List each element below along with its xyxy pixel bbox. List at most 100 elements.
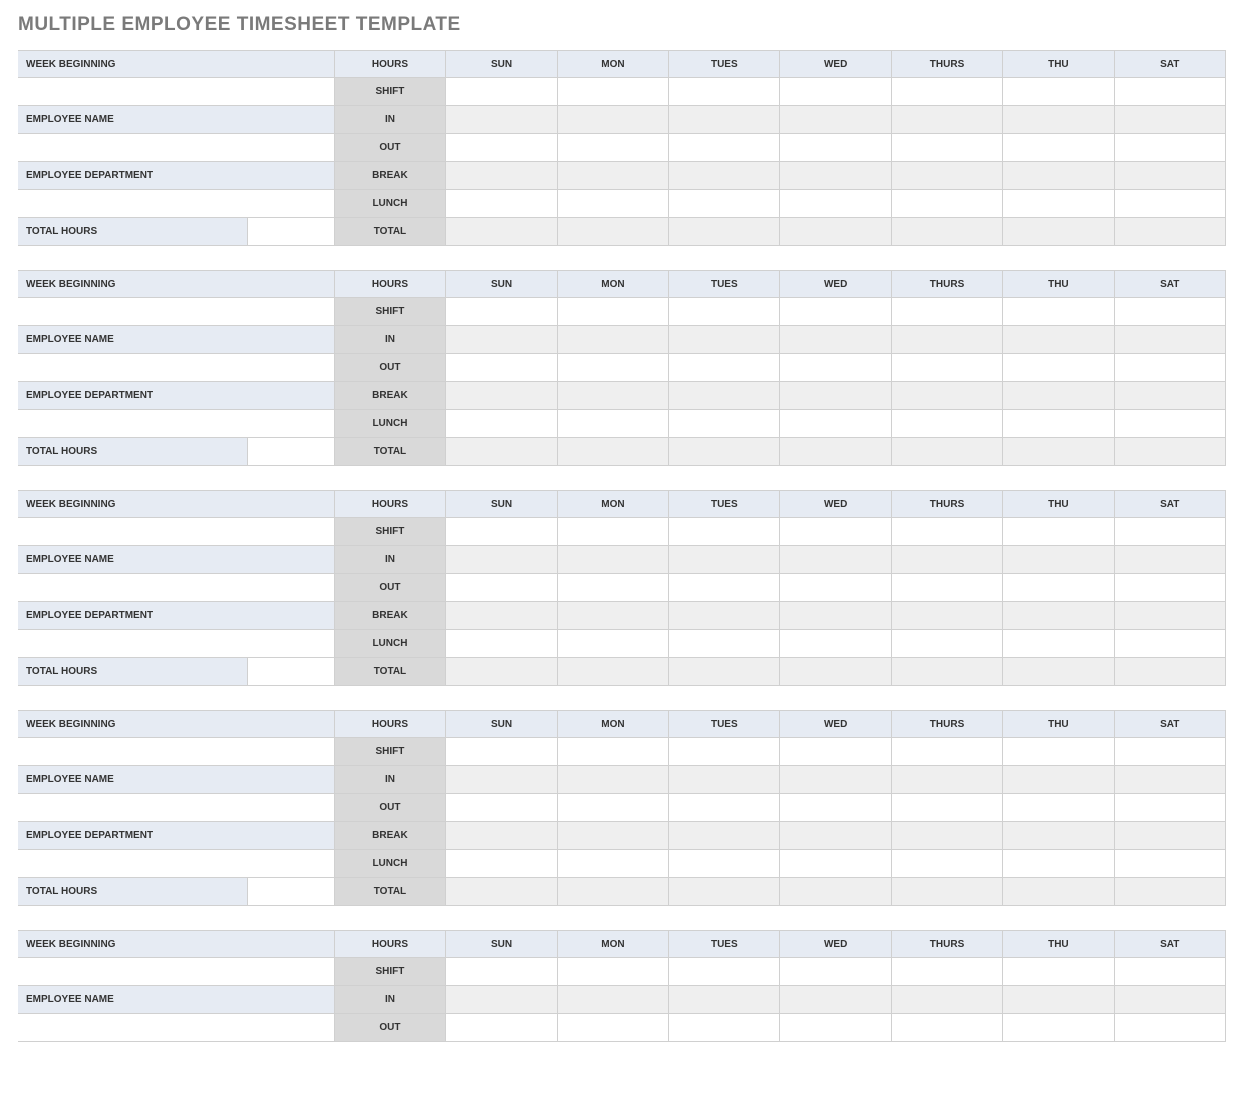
data-cell[interactable] bbox=[1003, 134, 1114, 162]
data-cell[interactable] bbox=[1003, 546, 1114, 574]
data-cell[interactable] bbox=[558, 410, 669, 438]
data-cell[interactable] bbox=[1115, 822, 1226, 850]
data-cell[interactable] bbox=[892, 298, 1003, 326]
data-cell[interactable] bbox=[446, 438, 557, 466]
data-cell[interactable] bbox=[446, 738, 557, 766]
data-cell[interactable] bbox=[780, 78, 891, 106]
data-cell[interactable] bbox=[558, 546, 669, 574]
data-cell[interactable] bbox=[1003, 794, 1114, 822]
data-cell[interactable] bbox=[780, 630, 891, 658]
data-cell[interactable] bbox=[780, 354, 891, 382]
data-cell[interactable] bbox=[892, 134, 1003, 162]
data-cell[interactable] bbox=[669, 1014, 780, 1042]
data-cell[interactable] bbox=[892, 190, 1003, 218]
data-cell[interactable] bbox=[1003, 822, 1114, 850]
data-cell[interactable] bbox=[669, 298, 780, 326]
data-cell[interactable] bbox=[669, 438, 780, 466]
data-cell[interactable] bbox=[780, 518, 891, 546]
data-cell[interactable] bbox=[446, 602, 557, 630]
data-cell[interactable] bbox=[780, 878, 891, 906]
data-cell[interactable] bbox=[669, 738, 780, 766]
total-hours-value[interactable] bbox=[248, 218, 334, 246]
data-cell[interactable] bbox=[892, 822, 1003, 850]
data-cell[interactable] bbox=[1003, 298, 1114, 326]
data-cell[interactable] bbox=[780, 326, 891, 354]
info-value[interactable] bbox=[18, 738, 335, 766]
data-cell[interactable] bbox=[780, 986, 891, 1014]
data-cell[interactable] bbox=[892, 78, 1003, 106]
data-cell[interactable] bbox=[669, 382, 780, 410]
data-cell[interactable] bbox=[669, 986, 780, 1014]
data-cell[interactable] bbox=[780, 574, 891, 602]
data-cell[interactable] bbox=[780, 850, 891, 878]
data-cell[interactable] bbox=[446, 354, 557, 382]
data-cell[interactable] bbox=[892, 546, 1003, 574]
data-cell[interactable] bbox=[1003, 438, 1114, 466]
data-cell[interactable] bbox=[446, 106, 557, 134]
data-cell[interactable] bbox=[446, 518, 557, 546]
data-cell[interactable] bbox=[669, 78, 780, 106]
data-cell[interactable] bbox=[669, 546, 780, 574]
data-cell[interactable] bbox=[558, 822, 669, 850]
data-cell[interactable] bbox=[446, 218, 557, 246]
data-cell[interactable] bbox=[669, 822, 780, 850]
total-hours-value[interactable] bbox=[248, 878, 334, 906]
data-cell[interactable] bbox=[1115, 326, 1226, 354]
data-cell[interactable] bbox=[558, 794, 669, 822]
data-cell[interactable] bbox=[1003, 190, 1114, 218]
data-cell[interactable] bbox=[558, 190, 669, 218]
data-cell[interactable] bbox=[558, 438, 669, 466]
data-cell[interactable] bbox=[446, 78, 557, 106]
data-cell[interactable] bbox=[446, 986, 557, 1014]
total-hours-value[interactable] bbox=[248, 438, 334, 466]
data-cell[interactable] bbox=[1003, 518, 1114, 546]
info-value[interactable] bbox=[18, 134, 335, 162]
data-cell[interactable] bbox=[446, 546, 557, 574]
data-cell[interactable] bbox=[892, 658, 1003, 686]
data-cell[interactable] bbox=[1115, 438, 1226, 466]
info-value[interactable] bbox=[18, 850, 335, 878]
data-cell[interactable] bbox=[446, 630, 557, 658]
data-cell[interactable] bbox=[892, 438, 1003, 466]
info-value[interactable] bbox=[18, 190, 335, 218]
data-cell[interactable] bbox=[558, 658, 669, 686]
data-cell[interactable] bbox=[1115, 354, 1226, 382]
info-value[interactable] bbox=[18, 630, 335, 658]
total-hours-value[interactable] bbox=[248, 658, 334, 686]
data-cell[interactable] bbox=[1003, 986, 1114, 1014]
data-cell[interactable] bbox=[1115, 602, 1226, 630]
data-cell[interactable] bbox=[1115, 850, 1226, 878]
data-cell[interactable] bbox=[1115, 658, 1226, 686]
data-cell[interactable] bbox=[780, 822, 891, 850]
data-cell[interactable] bbox=[780, 162, 891, 190]
data-cell[interactable] bbox=[446, 382, 557, 410]
data-cell[interactable] bbox=[558, 78, 669, 106]
data-cell[interactable] bbox=[1003, 766, 1114, 794]
data-cell[interactable] bbox=[558, 106, 669, 134]
data-cell[interactable] bbox=[1115, 574, 1226, 602]
data-cell[interactable] bbox=[892, 326, 1003, 354]
data-cell[interactable] bbox=[669, 190, 780, 218]
data-cell[interactable] bbox=[892, 1014, 1003, 1042]
data-cell[interactable] bbox=[1003, 106, 1114, 134]
data-cell[interactable] bbox=[1115, 986, 1226, 1014]
data-cell[interactable] bbox=[558, 382, 669, 410]
data-cell[interactable] bbox=[669, 850, 780, 878]
data-cell[interactable] bbox=[558, 766, 669, 794]
data-cell[interactable] bbox=[446, 658, 557, 686]
info-value[interactable] bbox=[18, 518, 335, 546]
data-cell[interactable] bbox=[1115, 382, 1226, 410]
data-cell[interactable] bbox=[1115, 518, 1226, 546]
info-value[interactable] bbox=[18, 574, 335, 602]
data-cell[interactable] bbox=[1115, 162, 1226, 190]
data-cell[interactable] bbox=[446, 134, 557, 162]
data-cell[interactable] bbox=[892, 766, 1003, 794]
data-cell[interactable] bbox=[892, 630, 1003, 658]
data-cell[interactable] bbox=[1115, 630, 1226, 658]
data-cell[interactable] bbox=[1115, 766, 1226, 794]
data-cell[interactable] bbox=[446, 794, 557, 822]
data-cell[interactable] bbox=[1003, 162, 1114, 190]
data-cell[interactable] bbox=[669, 518, 780, 546]
data-cell[interactable] bbox=[892, 602, 1003, 630]
data-cell[interactable] bbox=[558, 218, 669, 246]
